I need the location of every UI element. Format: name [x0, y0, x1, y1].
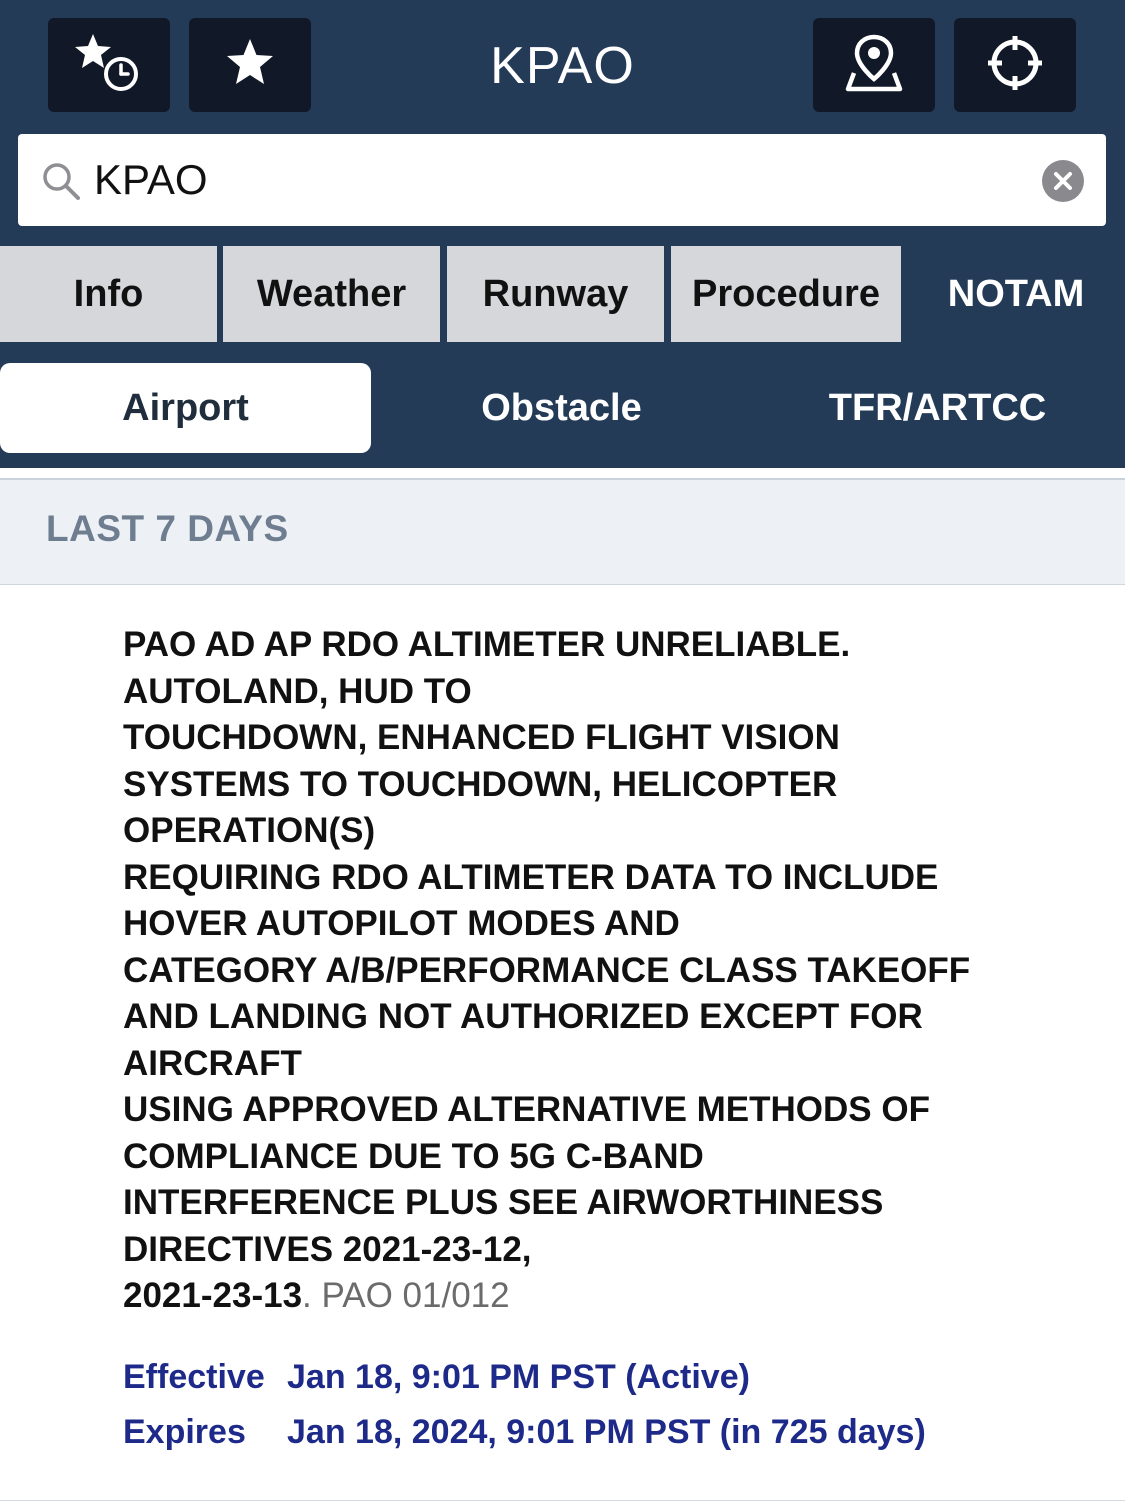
- map-pin-icon: [842, 31, 906, 100]
- tab-procedure[interactable]: Procedure: [671, 246, 901, 342]
- effective-label: Effective: [123, 1358, 265, 1396]
- section-header: LAST 7 DAYS: [0, 478, 1125, 585]
- divider: [0, 1500, 1125, 1501]
- notam-line: TOUCHDOWN, ENHANCED FLIGHT VISION: [123, 718, 840, 757]
- notam-line: USING APPROVED ALTERNATIVE METHODS OF: [123, 1090, 930, 1129]
- segment-airport[interactable]: Airport: [0, 363, 371, 453]
- search-bar: [0, 132, 1125, 246]
- page-title: KPAO: [490, 37, 635, 95]
- tab-info[interactable]: Info: [0, 246, 217, 342]
- tab-runway[interactable]: Runway: [447, 246, 664, 342]
- search-icon: [40, 160, 82, 207]
- notam-text: PAO AD AP RDO ALTIMETER UNRELIABLE. AUTO…: [123, 622, 1083, 1320]
- search-input[interactable]: [94, 152, 994, 208]
- map-button[interactable]: [813, 18, 935, 112]
- effective-row: Effective Jan 18, 9:01 PM PST (Active): [123, 1352, 1083, 1407]
- top-bar: KPAO: [0, 0, 1125, 132]
- clear-icon[interactable]: [1042, 160, 1084, 202]
- notam-reference: . PAO 01/012: [302, 1276, 510, 1315]
- recent-favorites-button[interactable]: [48, 18, 170, 112]
- section-title: LAST 7 DAYS: [46, 508, 289, 549]
- notam-line: INTERFERENCE PLUS SEE AIRWORTHINESS: [123, 1183, 884, 1222]
- effective-value: Jan 18, 9:01 PM PST (Active): [287, 1358, 750, 1396]
- segment-obstacle[interactable]: Obstacle: [376, 363, 747, 453]
- locate-button[interactable]: [954, 18, 1076, 112]
- search-field[interactable]: [18, 134, 1106, 226]
- notam-last-line: 2021-23-13. PAO 01/012: [123, 1273, 1083, 1320]
- segment-tfr-artcc[interactable]: TFR/ARTCC: [752, 363, 1123, 453]
- notam-line: OPERATION(S): [123, 811, 376, 850]
- notam-line: HOVER AUTOPILOT MODES AND: [123, 904, 680, 943]
- notam-line: AND LANDING NOT AUTHORIZED EXCEPT FOR: [123, 997, 923, 1036]
- notam-line: SYSTEMS TO TOUCHDOWN, HELICOPTER: [123, 764, 838, 804]
- notam-line: AIRCRAFT: [123, 1043, 302, 1083]
- main-tabs: Info Weather Runway Procedure NOTAM: [0, 246, 1125, 342]
- expires-value: Jan 18, 2024, 9:01 PM PST (in 725 days): [287, 1413, 926, 1451]
- star-icon: [222, 35, 278, 96]
- notam-last-text: 2021-23-13: [123, 1276, 303, 1315]
- expires-label: Expires: [123, 1413, 246, 1451]
- notam-line: AUTOLAND, HUD TO: [123, 671, 472, 711]
- notam-line: PAO AD AP RDO ALTIMETER UNRELIABLE.: [123, 625, 851, 664]
- expires-row: Expires Jan 18, 2024, 9:01 PM PST (in 72…: [123, 1407, 1083, 1462]
- notam-line: DIRECTIVES 2021-23-12,: [123, 1229, 532, 1269]
- notam-line: COMPLIANCE DUE TO 5G C-BAND: [123, 1136, 704, 1176]
- notam-dates: Effective Jan 18, 9:01 PM PST (Active) E…: [123, 1352, 1083, 1462]
- tab-notam[interactable]: NOTAM: [907, 246, 1125, 342]
- notam-segment-control: Airport Obstacle TFR/ARTCC: [0, 342, 1125, 468]
- crosshair-icon: [984, 32, 1046, 99]
- tab-weather[interactable]: Weather: [223, 246, 440, 342]
- recent-favorites-icon: [69, 28, 149, 103]
- notam-line: CATEGORY A/B/PERFORMANCE CLASS TAKEOFF: [123, 950, 971, 990]
- favorites-button[interactable]: [189, 18, 311, 112]
- notam-line: REQUIRING RDO ALTIMETER DATA TO INCLUDE: [123, 857, 939, 897]
